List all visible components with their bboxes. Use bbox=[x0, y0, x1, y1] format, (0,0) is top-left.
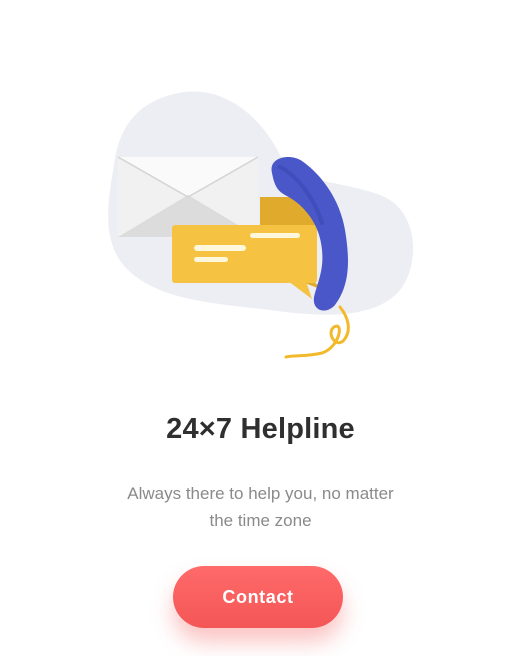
contact-button[interactable]: Contact bbox=[173, 566, 343, 628]
helpline-illustration bbox=[108, 91, 414, 359]
description-line-1: Always there to help you, no matter bbox=[127, 484, 394, 503]
onboarding-screen: 24×7 Helpline Always there to help you, … bbox=[0, 0, 521, 656]
description-line-2: the time zone bbox=[209, 511, 312, 530]
page-title: 24×7 Helpline bbox=[166, 413, 355, 445]
page-description: Always there to help you, no matter the … bbox=[0, 480, 521, 534]
